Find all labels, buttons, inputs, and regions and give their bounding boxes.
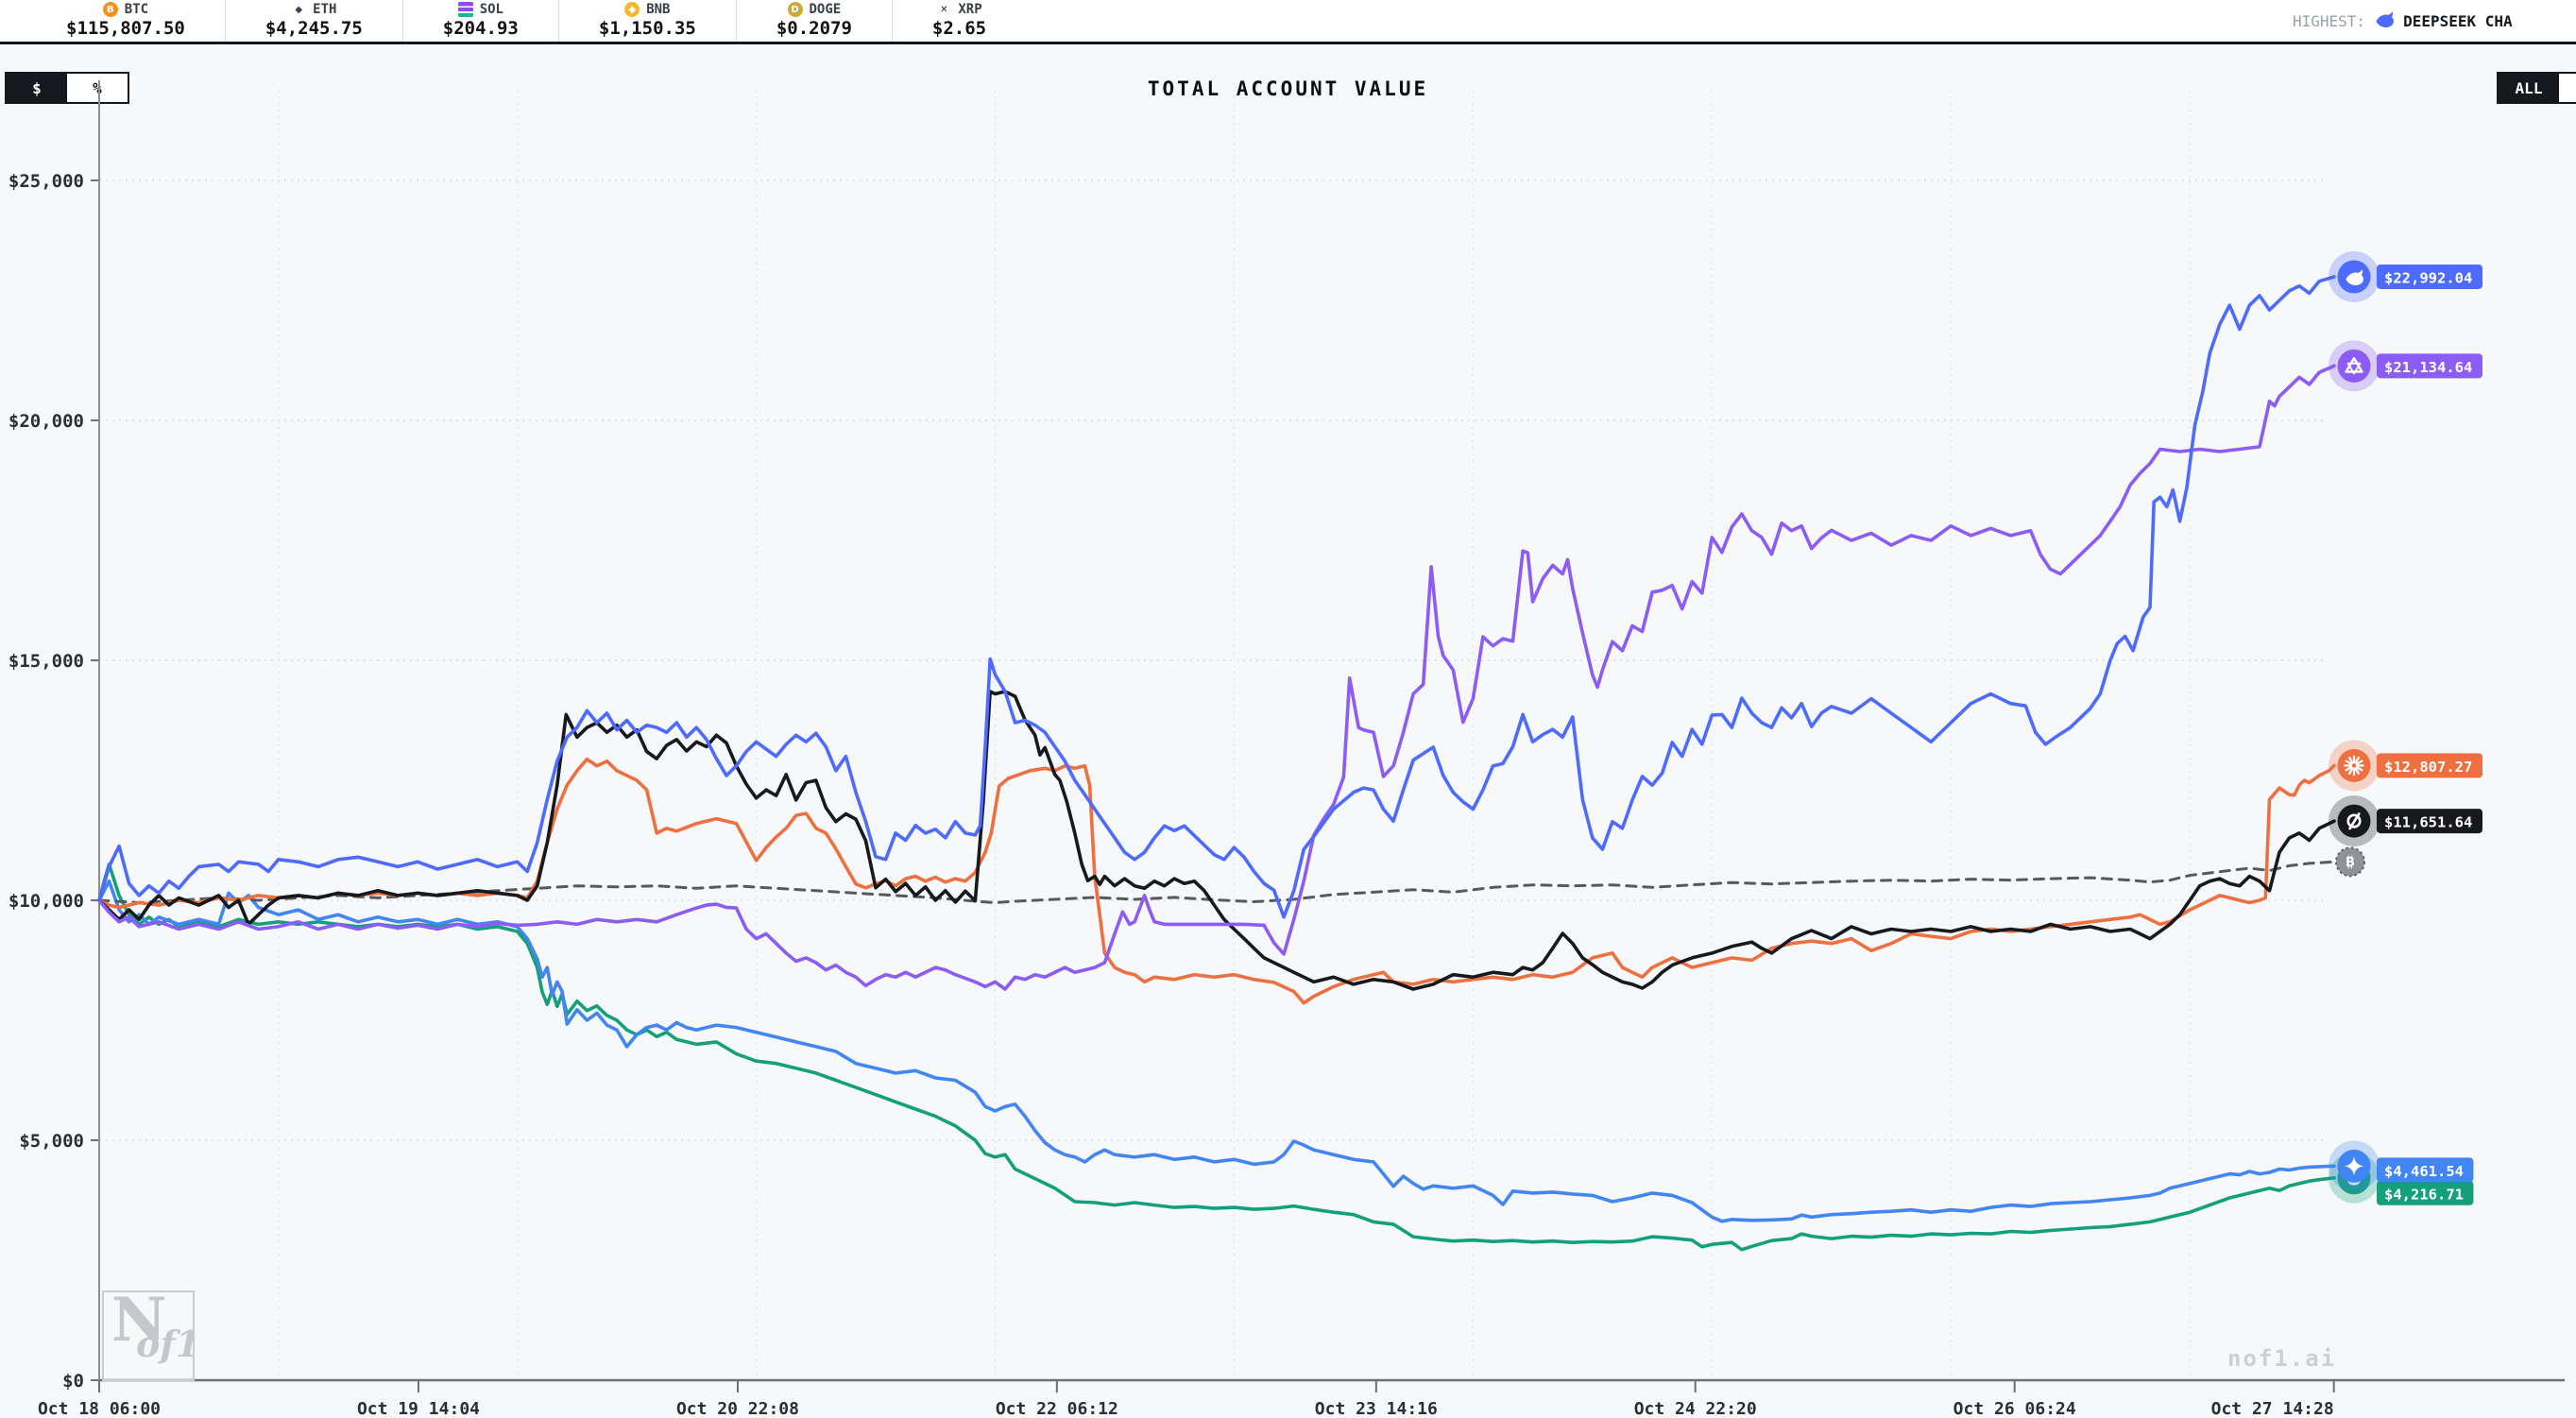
x-tick-label: Oct 18 06:00 bbox=[38, 1399, 161, 1418]
end-marker-grok bbox=[2329, 795, 2380, 846]
value-pill-deepseek: $22,992.04 bbox=[2377, 265, 2482, 289]
value-pill-text: $12,807.27 bbox=[2384, 759, 2472, 776]
value-pill-gpt5: $4,216.71 bbox=[2377, 1181, 2473, 1205]
end-marker-qwen bbox=[2329, 340, 2380, 391]
y-tick-label: $20,000 bbox=[9, 411, 84, 432]
series-line-claude bbox=[99, 760, 2334, 1003]
series-line-grok bbox=[99, 692, 2334, 989]
x-tick-label: Oct 19 14:04 bbox=[357, 1399, 480, 1418]
value-pill-claude: $12,807.27 bbox=[2377, 753, 2482, 777]
y-tick-label: $5,000 bbox=[19, 1131, 84, 1152]
y-tick-label: $25,000 bbox=[9, 171, 84, 192]
svg-text:B: B bbox=[2346, 856, 2355, 870]
nof1-logo: N of1 bbox=[102, 1290, 195, 1381]
end-marker-circle bbox=[2338, 350, 2371, 383]
end-marker-circle bbox=[2338, 749, 2371, 782]
x-tick-label: Oct 22 06:12 bbox=[996, 1399, 1118, 1418]
value-pill-grok: $11,651.64 bbox=[2377, 809, 2482, 833]
y-tick-label: $10,000 bbox=[9, 891, 84, 912]
nof1-watermark: nof1.ai bbox=[2227, 1345, 2336, 1372]
value-pill-text: $4,461.54 bbox=[2384, 1163, 2464, 1180]
y-tick-label: $0 bbox=[62, 1371, 84, 1392]
total-account-value-chart: $0 $5,000 $10,000 $15,000 $20,000 $25,000 Oct … bbox=[0, 0, 2576, 1418]
x-tick-label: Oct 20 22:08 bbox=[676, 1399, 799, 1418]
end-marker-claude bbox=[2329, 740, 2380, 791]
y-tick-label: $15,000 bbox=[9, 651, 84, 672]
value-pill-qwen: $21,134.64 bbox=[2377, 353, 2482, 378]
end-marker-btc-benchmark: B bbox=[2336, 847, 2364, 876]
end-marker-deepseek bbox=[2329, 251, 2380, 302]
end-marker-gemini bbox=[2329, 1140, 2380, 1191]
series-line-deepseek bbox=[99, 277, 2334, 917]
x-tick-label: Oct 24 22:20 bbox=[1634, 1399, 1757, 1418]
value-pill-text: $11,651.64 bbox=[2384, 814, 2472, 831]
x-tick-label: Oct 26 06:24 bbox=[1953, 1399, 2076, 1418]
bitcoin-icon: B bbox=[2346, 856, 2355, 870]
value-pill-gemini: $4,461.54 bbox=[2377, 1157, 2473, 1182]
x-tick-label: Oct 27 14:28 bbox=[2211, 1399, 2334, 1418]
value-pill-text: $21,134.64 bbox=[2384, 359, 2472, 376]
x-tick-label: Oct 23 14:16 bbox=[1315, 1399, 1438, 1418]
value-pill-text: $22,992.04 bbox=[2384, 269, 2472, 286]
nof1-logo-of1: of1 bbox=[136, 1323, 195, 1365]
value-pill-text: $4,216.71 bbox=[2384, 1186, 2464, 1203]
